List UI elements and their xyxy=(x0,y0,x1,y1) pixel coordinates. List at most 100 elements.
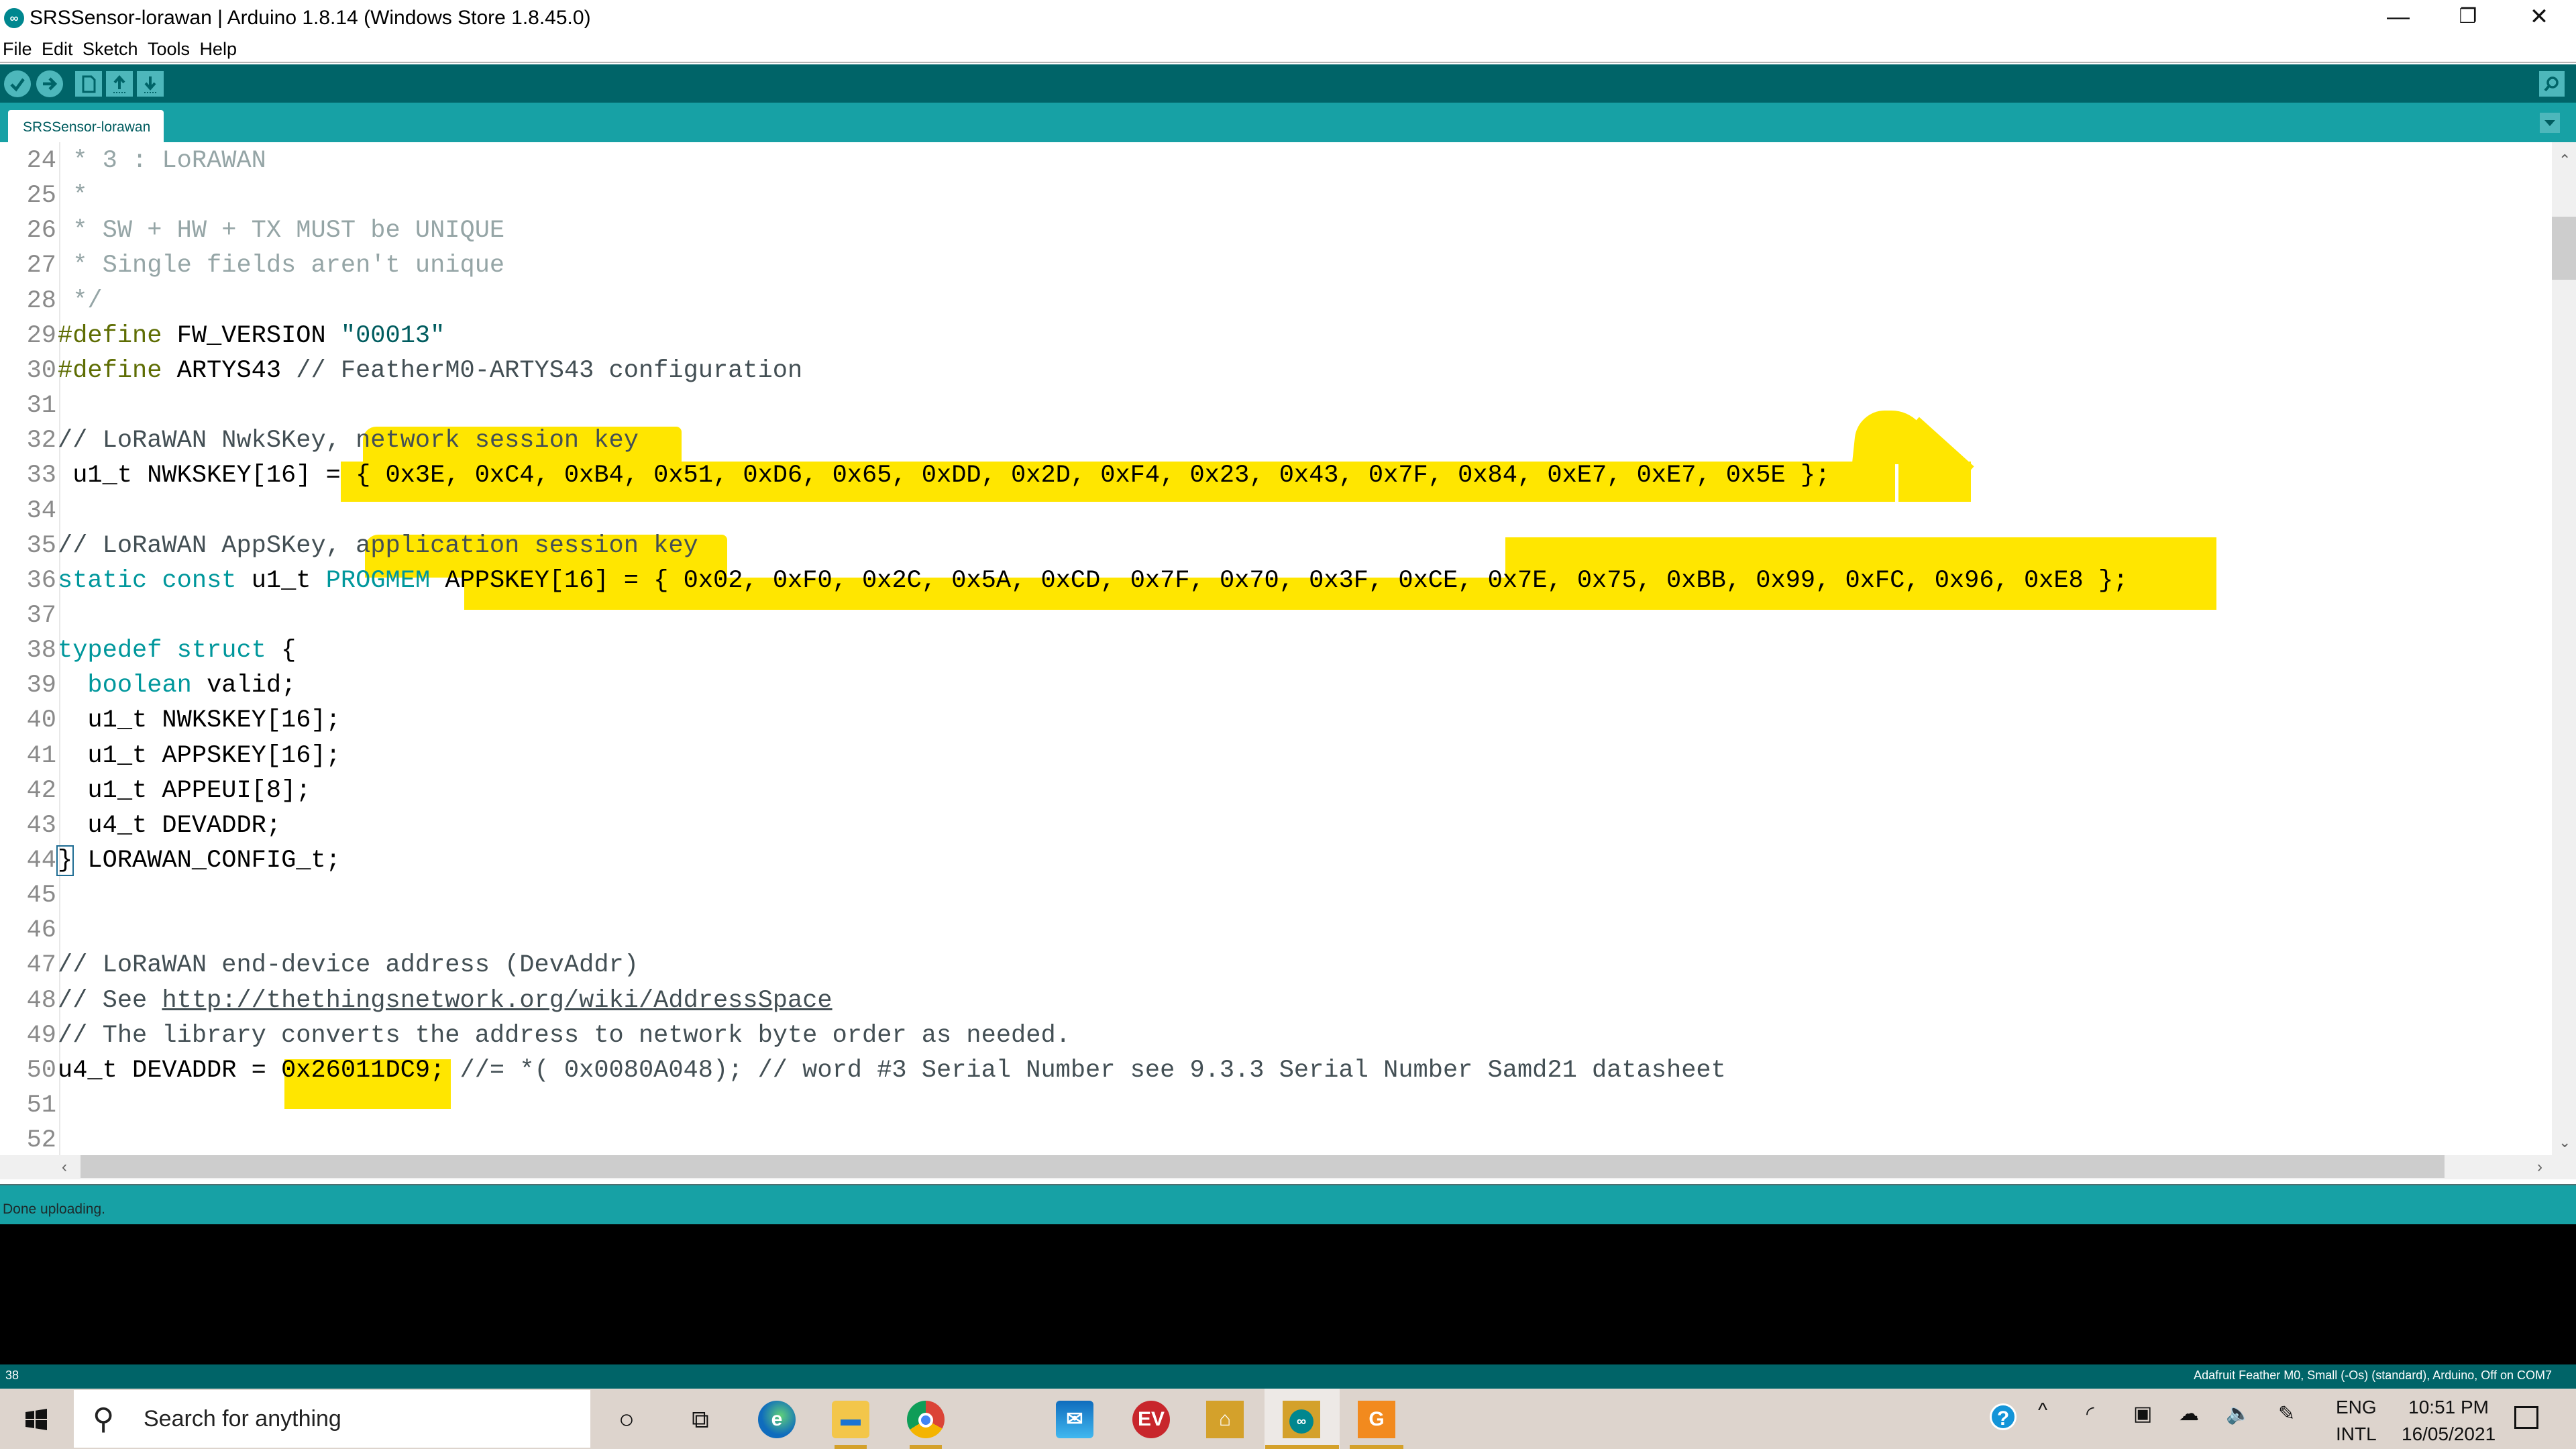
file-explorer-icon[interactable]: ▬ xyxy=(832,1401,869,1438)
battery-icon[interactable]: ▣ xyxy=(2133,1402,2152,1426)
window-title: SRSSensor-lorawan | Arduino 1.8.14 (Wind… xyxy=(30,7,591,29)
code-line[interactable]: 27 * Single fields aren't unique xyxy=(0,248,2552,283)
magnifier-icon xyxy=(2544,76,2559,92)
chevron-up-icon[interactable]: ^ xyxy=(2038,1399,2047,1422)
output-console[interactable] xyxy=(0,1224,2576,1365)
code-line[interactable]: 49// The library converts the address to… xyxy=(0,1018,2552,1053)
code-line[interactable]: 47// LoRaWAN end-device address (DevAddr… xyxy=(0,948,2552,983)
serial-monitor-button[interactable] xyxy=(2539,71,2565,97)
line-number: 27 xyxy=(26,252,56,280)
code-line[interactable]: 51 xyxy=(0,1088,2552,1123)
code-line[interactable]: 37 xyxy=(0,598,2552,633)
windows-taskbar: ⚲ Search for anything ○ ⧉ e ▬ ✉ EV ⌂ ∞ G… xyxy=(0,1389,2576,1449)
code-token: struct xyxy=(176,637,266,665)
language-indicator[interactable]: ENG INTL xyxy=(2336,1394,2377,1448)
arduino-taskbar-icon[interactable]: ∞ xyxy=(1283,1401,1320,1438)
status-bar: Done uploading. xyxy=(0,1184,2576,1224)
tab-menu-dropdown-icon[interactable] xyxy=(2540,113,2560,133)
vertical-scrollbar[interactable]: ⌃ ⌄ xyxy=(2552,142,2576,1155)
expressvpn-icon[interactable]: EV xyxy=(1132,1401,1170,1438)
tab-srssensor-lorawan[interactable]: SRSSensor-lorawan xyxy=(8,110,164,142)
upload-button[interactable] xyxy=(36,70,63,97)
code-token: * Single fields aren't unique xyxy=(58,252,505,280)
code-line[interactable]: 44} LORAWAN_CONFIG_t; xyxy=(0,843,2552,878)
title-bar: ∞ SRSSensor-lorawan | Arduino 1.8.14 (Wi… xyxy=(0,0,2576,36)
code-line[interactable]: 30#define ARTYS43 // FeatherM0-ARTYS43 c… xyxy=(0,354,2552,388)
code-line[interactable]: 48// See http://thethingsnetwork.org/wik… xyxy=(0,983,2552,1018)
line-number: 39 xyxy=(26,672,56,700)
open-sketch-button[interactable] xyxy=(106,71,133,97)
wifi-icon[interactable]: ◜ xyxy=(2086,1402,2094,1426)
scroll-up-icon[interactable]: ⌃ xyxy=(2559,152,2571,169)
arduino-logo-icon: ∞ xyxy=(4,8,24,28)
code-editor[interactable]: 24 * 3 : LoRAWAN 25 * 26 * SW + HW + TX MU… xyxy=(0,142,2552,1155)
vertical-scroll-thumb[interactable] xyxy=(2552,217,2576,280)
restore-button[interactable]: ❐ xyxy=(2431,0,2505,36)
code-line[interactable]: 26 * SW + HW + TX MUST be UNIQUE xyxy=(0,213,2552,248)
code-token: { xyxy=(266,637,297,665)
arrow-down-icon xyxy=(144,76,156,93)
menu-file[interactable]: File xyxy=(3,36,32,60)
code-line[interactable]: 31 xyxy=(0,388,2552,423)
taskbar-search-box[interactable]: ⚲ Search for anything xyxy=(74,1390,590,1448)
code-line[interactable]: 35// LoRaWAN AppSKey, application sessio… xyxy=(0,529,2552,564)
onedrive-cloud-icon[interactable]: ☁ xyxy=(2179,1402,2199,1426)
code-token: * xyxy=(58,182,88,211)
code-line[interactable]: 43 u4_t DEVADDR; xyxy=(0,808,2552,843)
code-line[interactable]: 38typedef struct { xyxy=(0,633,2552,668)
house-app-icon[interactable]: ⌂ xyxy=(1206,1401,1244,1438)
code-line[interactable]: 41 u1_t APPSKEY[16]; xyxy=(0,739,2552,773)
code-line[interactable]: 25 * xyxy=(0,178,2552,213)
code-line[interactable]: 36static const u1_t PROGMEM APPSKEY[16] … xyxy=(0,564,2552,598)
code-line[interactable]: 39 boolean valid; xyxy=(0,668,2552,703)
line-number: 33 xyxy=(26,462,56,490)
code-line[interactable]: 28 */ xyxy=(0,284,2552,319)
new-sketch-button[interactable] xyxy=(75,71,102,97)
code-line[interactable]: 45 xyxy=(0,878,2552,913)
task-view-icon[interactable]: ⧉ xyxy=(682,1401,719,1438)
code-line[interactable]: 40 u1_t NWKSKEY[16]; xyxy=(0,703,2552,738)
scroll-left-icon[interactable]: ‹ xyxy=(62,1158,67,1177)
code-line[interactable]: 52 xyxy=(0,1123,2552,1155)
help-icon[interactable]: ? xyxy=(1990,1403,2017,1430)
horizontal-scroll-thumb[interactable] xyxy=(80,1155,2445,1178)
chrome-icon[interactable] xyxy=(907,1401,945,1438)
foxit-pdf-icon[interactable]: G xyxy=(1358,1401,1395,1438)
pen-icon[interactable]: ✎ xyxy=(2278,1402,2295,1426)
code-line[interactable]: 32// LoRaWAN NwkSKey, network session ke… xyxy=(0,423,2552,458)
volume-icon[interactable]: 🔈 xyxy=(2226,1402,2251,1426)
edge-browser-icon[interactable]: e xyxy=(758,1401,796,1438)
code-line[interactable]: 46 xyxy=(0,913,2552,948)
scroll-down-icon[interactable]: ⌄ xyxy=(2559,1134,2571,1151)
windows-start-icon[interactable] xyxy=(25,1409,47,1430)
menu-tools[interactable]: Tools xyxy=(148,36,190,60)
code-line[interactable]: 42 u1_t APPEUI[8]; xyxy=(0,773,2552,808)
menu-help[interactable]: Help xyxy=(199,36,237,60)
code-line[interactable]: 33 u1_t NWKSKEY[16] = { 0x3E, 0xC4, 0xB4… xyxy=(0,458,2552,493)
code-line[interactable]: 24 * 3 : LoRAWAN xyxy=(0,144,2552,178)
close-button[interactable]: ✕ xyxy=(2502,0,2576,36)
menu-edit[interactable]: Edit xyxy=(42,36,73,60)
code-token: */ xyxy=(58,286,103,315)
line-number: 26 xyxy=(26,217,56,246)
lang-layout: INTL xyxy=(2336,1424,2377,1444)
code-token: // FeatherM0-ARTYS43 configuration xyxy=(296,356,803,385)
code-line[interactable]: 50u4_t DEVADDR = 0x26011DC9; //= *( 0x00… xyxy=(0,1053,2552,1088)
verify-button[interactable] xyxy=(4,70,31,97)
mail-icon[interactable]: ✉ xyxy=(1056,1401,1093,1438)
code-token: u1_t APPEUI[8]; xyxy=(58,776,311,805)
horizontal-scrollbar[interactable]: ‹ › xyxy=(0,1155,2576,1179)
cortana-icon[interactable]: ○ xyxy=(608,1401,645,1438)
line-number: 37 xyxy=(26,601,56,630)
taskbar-clock[interactable]: 10:51 PM 16/05/2021 xyxy=(2402,1394,2496,1448)
minimize-button[interactable]: — xyxy=(2361,0,2435,36)
code-line[interactable]: 34 xyxy=(0,494,2552,529)
save-sketch-button[interactable] xyxy=(137,71,164,97)
code-token: APPSKEY[16] = { 0x02, 0xF0, 0x2C, 0x5A, … xyxy=(430,566,2129,595)
scroll-right-icon[interactable]: › xyxy=(2537,1158,2542,1177)
line-number: 43 xyxy=(26,811,56,840)
code-line[interactable]: 29#define FW_VERSION "00013" xyxy=(0,319,2552,354)
menu-sketch[interactable]: Sketch xyxy=(83,36,138,60)
notification-center-icon[interactable] xyxy=(2514,1406,2538,1429)
